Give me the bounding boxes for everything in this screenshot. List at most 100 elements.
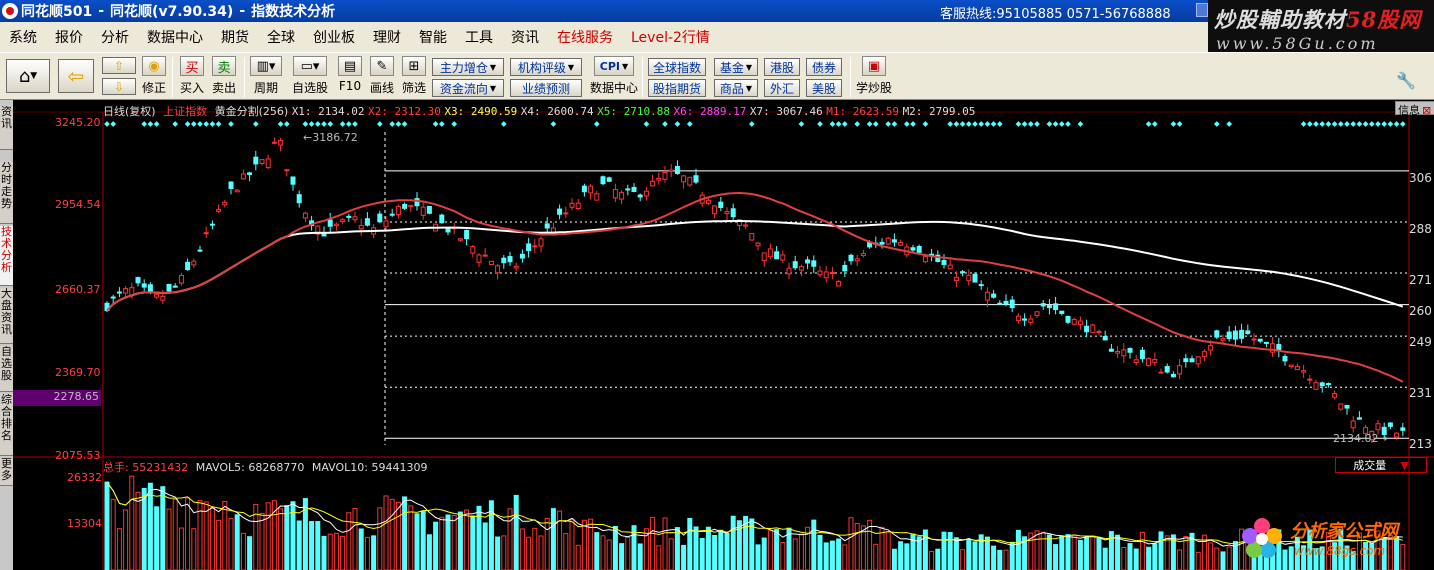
datacenter-button[interactable]: CPI ▼ 数据中心 — [590, 56, 638, 96]
volume-bar — [823, 542, 829, 570]
tab-ranking[interactable]: 综合排名 — [0, 394, 13, 456]
period-label: 日线(复权) — [103, 105, 156, 118]
candle-body — [656, 177, 662, 181]
info-button[interactable]: 信息 ⊠ — [1395, 101, 1434, 117]
volume-bar — [240, 532, 246, 570]
inst-rating-button[interactable]: 机构评级 ▼ — [510, 58, 582, 76]
volume-bar — [798, 533, 804, 570]
volume-bar — [563, 533, 569, 570]
fix-icon: ◉ — [142, 56, 166, 76]
signal-marker — [910, 121, 916, 127]
volume-bar — [1102, 547, 1108, 570]
menu-online-service[interactable]: 在线服务 — [548, 27, 622, 47]
tab-news[interactable]: 资讯 — [0, 106, 13, 150]
sell-label: 卖出 — [212, 81, 237, 95]
hk-stock-button[interactable]: 港股 — [764, 58, 800, 76]
tab-timeshare[interactable]: 分时走势 — [0, 162, 13, 224]
forecast-button[interactable]: 业绩预测 — [510, 79, 582, 97]
window-control-button[interactable] — [1196, 3, 1208, 17]
volume-bar — [451, 514, 457, 570]
us-stock-button[interactable]: 美股 — [806, 79, 842, 97]
candle-body — [947, 264, 953, 270]
draw-line-button[interactable]: ✎ 画线 — [370, 56, 394, 96]
indicator-select[interactable]: 成交量 ▼ — [1335, 457, 1427, 473]
candle-body — [569, 202, 575, 208]
candle-body — [389, 213, 395, 216]
filter-button[interactable]: ⊞ 筛选 — [402, 56, 426, 96]
commodity-button[interactable]: 商品 ▼ — [714, 79, 758, 97]
signal-marker — [283, 121, 290, 127]
candle-body — [116, 291, 122, 294]
bond-button[interactable]: 债券 — [806, 58, 842, 76]
signal-marker — [798, 121, 805, 127]
volume-bar — [1084, 536, 1090, 570]
candle-body — [222, 201, 228, 206]
signal-marker — [550, 121, 557, 127]
volume-bar — [1183, 536, 1189, 570]
menu-bar: 系统 报价 分析 数据中心 期货 全球 创业板 理财 智能 工具 资讯 在线服务… — [0, 22, 1208, 52]
candle-body — [1053, 303, 1059, 311]
tab-watchlist[interactable]: 自选股 — [0, 346, 13, 392]
fund-button[interactable]: 基金 ▼ — [714, 58, 758, 76]
wrench-icon[interactable]: 🔧 — [1396, 71, 1416, 90]
menu-analysis[interactable]: 分析 — [92, 27, 138, 47]
candle-body — [1375, 423, 1381, 431]
volume-bar — [544, 517, 550, 570]
volume-bar — [116, 528, 122, 570]
main-force-button[interactable]: 主力增仓 ▼ — [432, 58, 504, 76]
candle-body — [290, 176, 296, 185]
down-button[interactable]: ⇩ — [102, 78, 136, 95]
volume-bar — [600, 535, 606, 570]
volume-bar — [402, 496, 408, 570]
menu-finance[interactable]: 理财 — [364, 27, 410, 47]
signal-marker — [959, 121, 966, 127]
kline-chart[interactable] — [13, 100, 1434, 570]
menu-level2[interactable]: Level-2行情 — [622, 27, 719, 47]
menu-system[interactable]: 系统 — [0, 27, 46, 47]
signal-marker — [1325, 121, 1332, 127]
back-button[interactable]: ⇦ — [58, 59, 94, 93]
tab-market-news[interactable]: 大盘资讯 — [0, 288, 13, 344]
volume-bar — [265, 502, 271, 570]
volume-bar — [358, 528, 364, 570]
menu-gem[interactable]: 创业板 — [304, 27, 364, 47]
menu-tools[interactable]: 工具 — [456, 27, 502, 47]
fix-button[interactable]: ◉ 修正 — [142, 56, 166, 96]
home-button[interactable]: ⌂ ▼ — [6, 59, 50, 93]
menu-global[interactable]: 全球 — [258, 27, 304, 47]
buy-button[interactable]: 买买入 — [180, 56, 204, 96]
tab-technical[interactable]: 技术分析 — [0, 226, 13, 286]
volume-bar — [160, 486, 166, 570]
candle-body — [1245, 330, 1251, 334]
signal-marker — [996, 121, 1003, 127]
forex-button[interactable]: 外汇 — [764, 79, 800, 97]
menu-news[interactable]: 资讯 — [502, 27, 548, 47]
signal-marker — [1381, 121, 1388, 127]
dropdown-arrow-icon: ▼ — [30, 71, 38, 81]
right-level-label: 249 — [1409, 335, 1432, 349]
f10-button[interactable]: ▤ F10 — [338, 56, 362, 93]
menu-datacenter[interactable]: 数据中心 — [138, 27, 212, 47]
signal-marker — [228, 121, 234, 127]
period-button[interactable]: ▥▾ 周期 — [250, 56, 282, 96]
sell-button[interactable]: 卖卖出 — [212, 56, 236, 96]
learn-button[interactable]: ▣ 学炒股 — [856, 56, 892, 96]
view-title: 指数技术分析 — [251, 4, 336, 20]
menu-quote[interactable]: 报价 — [46, 27, 92, 47]
volume-bar — [439, 516, 445, 570]
signal-marker — [1021, 121, 1028, 127]
tab-more[interactable]: 更多 — [0, 458, 13, 486]
candle-body — [476, 254, 482, 263]
candle-body — [488, 260, 494, 266]
menu-futures[interactable]: 期货 — [212, 27, 258, 47]
watchlist-button[interactable]: ▭▾ 自选股 — [292, 56, 328, 96]
up-button[interactable]: ⇧ — [102, 57, 136, 74]
global-index-button[interactable]: 全球指数 — [648, 58, 706, 76]
volume-bar — [501, 535, 507, 570]
index-futures-button[interactable]: 股指期货 — [648, 79, 706, 97]
fund-flow-button[interactable]: 资金流向 ▼ — [432, 79, 504, 97]
menu-smart[interactable]: 智能 — [410, 27, 456, 47]
signal-marker — [451, 121, 458, 127]
price-tick: 2369.70 — [55, 366, 101, 379]
volume-bar — [650, 516, 656, 570]
